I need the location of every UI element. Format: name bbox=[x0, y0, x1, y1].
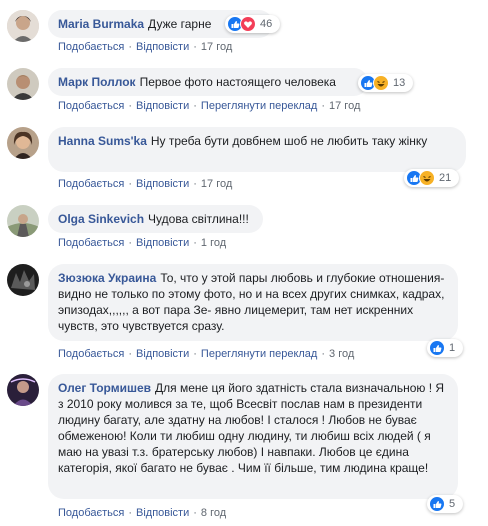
reaction-count: 13 bbox=[393, 77, 406, 89]
like-link[interactable]: Подобається bbox=[58, 100, 124, 112]
avatar[interactable] bbox=[7, 10, 39, 42]
avatar-photo bbox=[7, 68, 39, 100]
comment-timestamp[interactable]: 8 год bbox=[201, 507, 226, 519]
comment-author[interactable]: Зюзюка Украина bbox=[58, 271, 156, 285]
comment-actions: Подобається · Відповісти · 8 год bbox=[58, 507, 227, 519]
comment-actions: Подобається · Відповісти · 1 год bbox=[58, 237, 227, 249]
reactions-badge[interactable]: 13 bbox=[358, 74, 414, 92]
comment-timestamp[interactable]: 1 год bbox=[201, 237, 226, 249]
like-icon bbox=[429, 340, 445, 356]
comment-actions: Подобається · Відповісти · Переглянути перек… bbox=[58, 348, 355, 360]
reaction-count: 1 bbox=[449, 342, 456, 354]
reply-link[interactable]: Відповісти bbox=[136, 41, 189, 53]
comment-actions: Подобається · Відповісти · 17 год bbox=[58, 41, 233, 53]
reactions-badge[interactable]: 5 bbox=[427, 495, 464, 513]
reactions-badge[interactable]: 21 bbox=[404, 169, 460, 187]
reactions-badge[interactable]: 1 bbox=[427, 339, 464, 357]
avatar-photo bbox=[7, 127, 39, 159]
like-icon bbox=[429, 496, 445, 512]
haha-icon bbox=[373, 75, 389, 91]
avatar[interactable] bbox=[7, 264, 39, 296]
reactions-badge[interactable]: 46 bbox=[225, 15, 281, 33]
comment-bubble: Марк Поллок Первое фото настоящего челове… bbox=[48, 68, 368, 96]
comment-text: Для мене ця його здатність стала визнача… bbox=[58, 381, 445, 475]
reply-link[interactable]: Відповісти bbox=[136, 348, 189, 360]
comment-author[interactable]: Olga Sinkevich bbox=[58, 212, 144, 226]
see-translation-link[interactable]: Переглянути переклад bbox=[201, 100, 317, 112]
comment-author[interactable]: Maria Burmaka bbox=[58, 17, 144, 31]
reply-link[interactable]: Відповісти bbox=[136, 237, 189, 249]
reaction-count: 46 bbox=[260, 18, 273, 30]
comment-bubble: Olga Sinkevich Чудова світлина!!! bbox=[48, 205, 263, 233]
avatar[interactable] bbox=[7, 374, 39, 406]
avatar[interactable] bbox=[7, 127, 39, 159]
like-link[interactable]: Подобається bbox=[58, 41, 124, 53]
reaction-count: 5 bbox=[449, 498, 456, 510]
avatar[interactable] bbox=[7, 68, 39, 100]
comment-timestamp[interactable]: 3 год bbox=[329, 348, 354, 360]
reaction-count: 21 bbox=[439, 172, 452, 184]
reply-link[interactable]: Відповісти bbox=[136, 507, 189, 519]
comment-bubble: Hanna Sums'ka Ну треба бути довбнем шоб н… bbox=[48, 127, 466, 172]
like-link[interactable]: Подобається bbox=[58, 237, 124, 249]
comment-bubble: Зюзюка Украина То, что у этой пары любовь… bbox=[48, 264, 458, 341]
like-link[interactable]: Подобається bbox=[58, 507, 124, 519]
avatar-photo bbox=[7, 205, 39, 237]
comment-timestamp[interactable]: 17 год bbox=[201, 178, 232, 190]
comment-actions: Подобається · Відповісти · 17 год bbox=[58, 178, 233, 190]
comment-timestamp[interactable]: 17 год bbox=[201, 41, 232, 53]
haha-icon bbox=[419, 170, 435, 186]
reply-link[interactable]: Відповісти bbox=[136, 178, 189, 190]
comment-author[interactable]: Hanna Sums'ka bbox=[58, 134, 147, 148]
avatar[interactable] bbox=[7, 205, 39, 237]
love-icon bbox=[240, 16, 256, 32]
comment-author[interactable]: Олег Тормишев bbox=[58, 381, 151, 395]
avatar-photo bbox=[7, 264, 39, 296]
comment-text: Дуже гарне bbox=[148, 17, 212, 31]
comment-timestamp[interactable]: 17 год bbox=[329, 100, 360, 112]
avatar-photo bbox=[7, 374, 39, 406]
avatar-photo bbox=[7, 10, 39, 42]
comment-text: Ну треба бути довбнем шоб не любить таку… bbox=[150, 134, 428, 148]
comment-text: Первое фото настоящего человека bbox=[139, 75, 336, 89]
like-link[interactable]: Подобається bbox=[58, 348, 124, 360]
comment-author[interactable]: Марк Поллок bbox=[58, 75, 136, 89]
comment-text: Чудова світлина!!! bbox=[148, 212, 249, 226]
reply-link[interactable]: Відповісти bbox=[136, 100, 189, 112]
see-translation-link[interactable]: Переглянути переклад bbox=[201, 348, 317, 360]
comment-bubble: Олег Тормишев Для мене ця його здатність … bbox=[48, 374, 458, 499]
comment-actions: Подобається · Відповісти · Переглянути перек… bbox=[58, 100, 361, 112]
like-link[interactable]: Подобається bbox=[58, 178, 124, 190]
